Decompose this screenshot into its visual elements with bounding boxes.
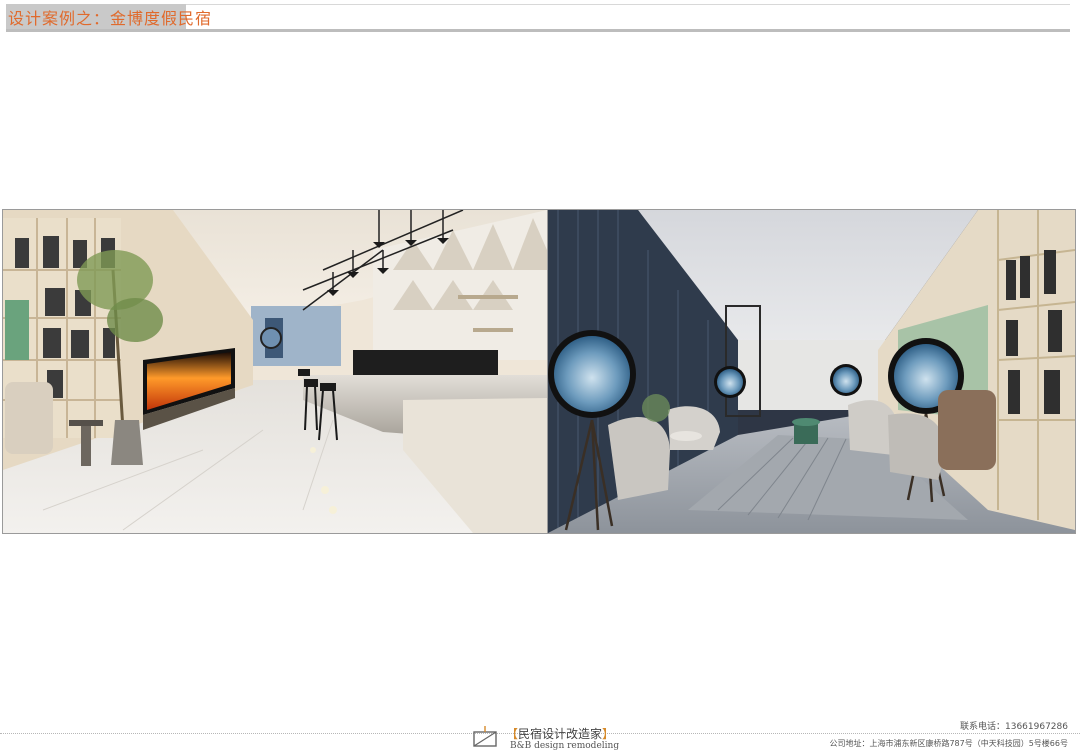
page-title: 设计案例之：金博度假民宿	[8, 9, 213, 28]
logo-en-text: B&B design remodeling	[510, 741, 620, 751]
logo-bracket-open: 【	[506, 727, 519, 741]
lounge-library-render	[547, 209, 1076, 534]
address-label: 公司地址：	[829, 739, 870, 748]
logo-bracket-close: 】	[602, 727, 615, 741]
house-logo-icon	[473, 726, 497, 747]
header-top-line	[186, 4, 1070, 5]
brand-logo: 【民宿设计改造家】 B&B design remodeling	[470, 724, 620, 754]
company-address: 公司地址：上海市浦东新区康桥路787号（中天科技园）5号楼66号	[829, 738, 1068, 749]
contact-phone: 联系电话：13661967286	[960, 719, 1068, 732]
lobby-reception-render	[2, 209, 548, 534]
address-text: 上海市浦东新区康桥路787号（中天科技园）5号楼66号	[869, 739, 1068, 748]
logo-cn-text: 【民宿设计改造家】	[506, 725, 614, 742]
header-divider	[6, 29, 1070, 32]
phone-label: 联系电话：	[959, 722, 1005, 732]
phone-number: 13661967286	[1005, 722, 1068, 732]
logo-cn-name: 民宿设计改造家	[518, 727, 603, 741]
